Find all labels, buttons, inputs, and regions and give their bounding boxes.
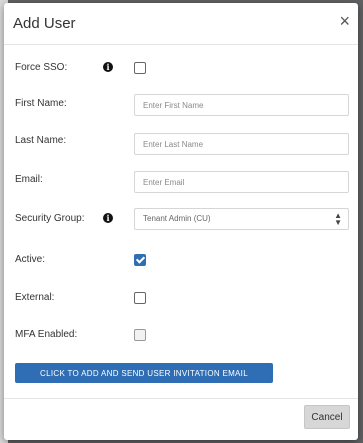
security-group-select[interactable]: Tenant Admin (CU) ▲ ▼ (134, 208, 349, 230)
external-row: External: (4, 287, 358, 311)
first-name-label: First Name: (15, 98, 67, 109)
first-name-row: First Name: (4, 94, 358, 118)
last-name-field[interactable] (134, 133, 349, 155)
last-name-label: Last Name: (15, 135, 67, 146)
mfa-enabled-row: MFA Enabled: (4, 324, 358, 348)
select-caret-icon: ▲ ▼ (334, 211, 342, 227)
force-sso-row: Force SSO: i (4, 57, 358, 81)
close-icon[interactable]: × (339, 12, 350, 30)
security-group-row: Security Group: i Tenant Admin (CU) ▲ ▼ (4, 208, 358, 232)
email-label: Email: (15, 174, 43, 185)
email-row: Email: (4, 171, 358, 195)
external-checkbox[interactable] (134, 292, 146, 304)
info-icon[interactable]: i (103, 62, 113, 72)
external-label: External: (15, 292, 55, 303)
email-field[interactable] (134, 171, 349, 193)
last-name-row: Last Name: (4, 133, 358, 157)
security-group-selected-value: Tenant Admin (CU) (143, 214, 211, 223)
footer-divider (4, 398, 358, 399)
add-and-invite-button[interactable]: CLICK TO ADD AND SEND USER INVITATION EM… (15, 363, 273, 383)
add-user-modal: Add User × Force SSO: i First Name: Last… (4, 3, 358, 440)
modal-header: Add User × (4, 3, 358, 45)
cancel-button[interactable]: Cancel (304, 405, 350, 429)
mfa-enabled-checkbox[interactable] (134, 329, 146, 341)
active-row: Active: (4, 249, 358, 273)
modal-title: Add User (13, 15, 76, 32)
active-label: Active: (15, 254, 46, 265)
force-sso-label: Force SSO: (15, 62, 68, 73)
first-name-field[interactable] (134, 94, 349, 116)
active-checkbox[interactable] (134, 254, 146, 266)
security-group-label: Security Group: (15, 213, 85, 224)
force-sso-checkbox[interactable] (134, 62, 146, 74)
mfa-enabled-label: MFA Enabled: (15, 329, 78, 340)
info-icon[interactable]: i (103, 213, 113, 223)
